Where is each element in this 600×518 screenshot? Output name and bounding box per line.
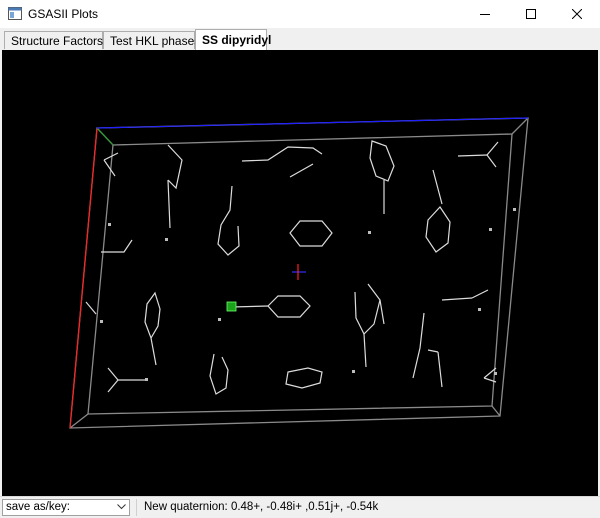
minimize-button[interactable] (462, 0, 508, 28)
maximize-button[interactable] (508, 0, 554, 28)
chevron-down-icon (117, 504, 126, 510)
axis-b (96, 127, 114, 146)
window-icon (8, 7, 22, 20)
molecules (85, 140, 499, 395)
minimize-icon (480, 14, 490, 15)
window-title: GSASII Plots (28, 7, 99, 21)
status-separator (136, 499, 137, 516)
close-button[interactable] (554, 0, 600, 28)
status-bar: save as/key: New quaternion: 0.48+, -0.4… (0, 496, 600, 518)
view-center-marker (292, 264, 306, 280)
axis-c (96, 117, 529, 129)
status-message: New quaternion: 0.48+, -0.48i+ ,0.51j+, … (144, 501, 379, 513)
axis-a (69, 127, 98, 429)
unit-cell (69, 117, 529, 429)
close-icon (572, 9, 582, 19)
tab-test-hkl-phases[interactable]: Test HKL phases (103, 31, 200, 49)
tab-label: Structure Factors (11, 34, 104, 48)
plot-canvas[interactable] (2, 50, 598, 496)
title-bar: GSASII Plots (0, 0, 600, 29)
selected-atom[interactable] (226, 301, 237, 312)
save-as-key-combobox[interactable]: save as/key: (2, 499, 130, 516)
tab-label: Test HKL phases (110, 34, 201, 48)
tab-strip: Structure Factors Test HKL phases SS dip… (0, 28, 600, 50)
atoms (100, 208, 516, 381)
tab-label: SS dipyridyl (202, 33, 272, 47)
structure-drawing (69, 117, 529, 429)
save-as-key-value: save as/key: (6, 501, 70, 513)
tab-ss-dipyridyl[interactable]: SS dipyridyl (195, 29, 271, 50)
tab-structure-factors[interactable]: Structure Factors (4, 31, 103, 49)
maximize-icon (526, 9, 536, 19)
